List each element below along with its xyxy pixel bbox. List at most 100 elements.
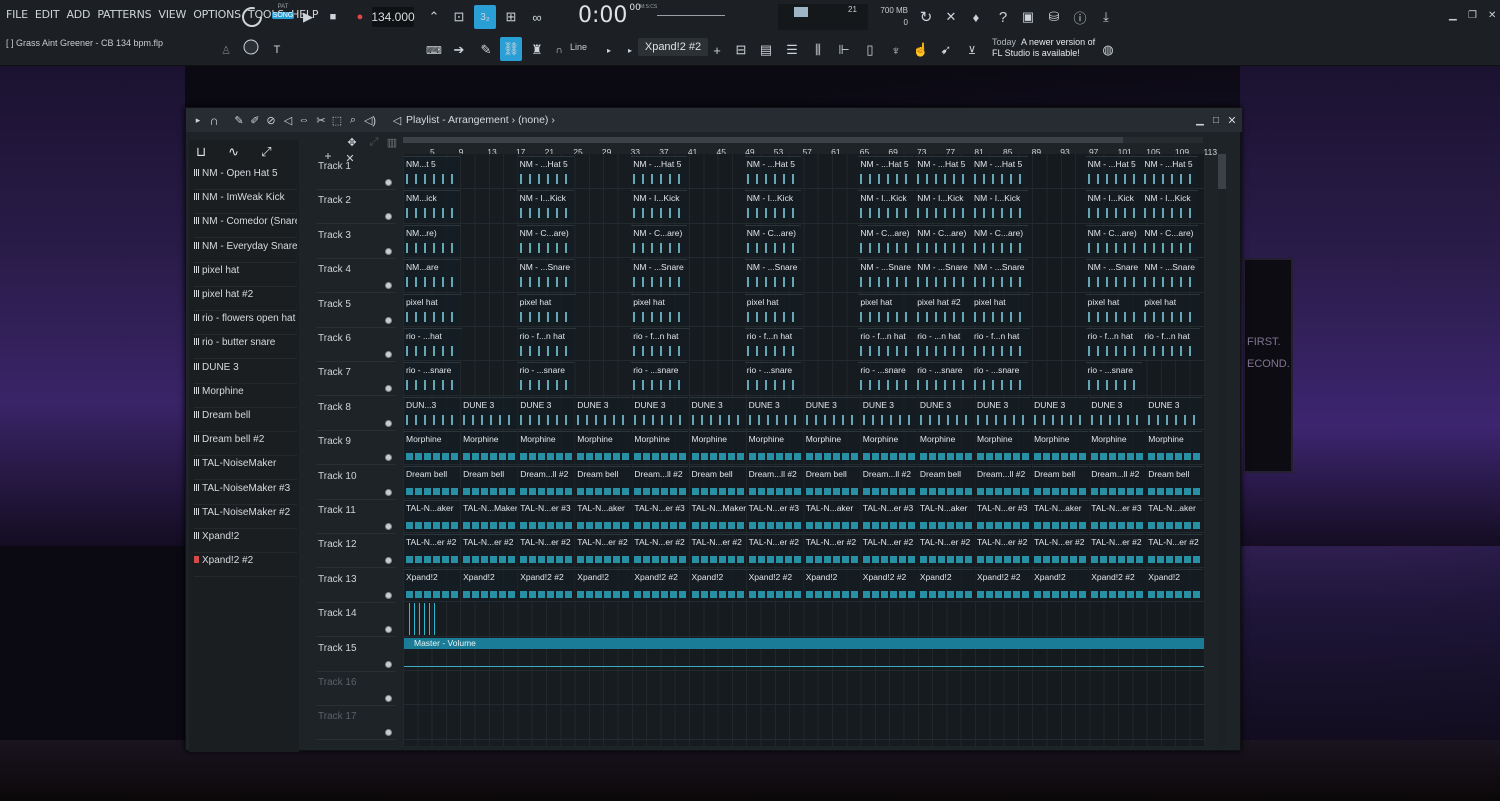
mic-icon[interactable]: ♦	[966, 7, 986, 27]
pattern-clip[interactable]: Morphine	[632, 431, 689, 464]
instrument-item[interactable]: pixel hat #2	[194, 289, 297, 311]
pattern-clip[interactable]: pixel hat	[1085, 293, 1144, 326]
delete-icon[interactable]: ⊘	[264, 110, 278, 130]
pattern-clip[interactable]: TAL-N...aker	[404, 500, 460, 532]
snap-magnet-icon[interactable]: ∩	[206, 110, 222, 130]
instrument-item[interactable]: NM - ImWeak Kick	[194, 192, 297, 215]
pattern-clip[interactable]: pixel hat	[858, 293, 917, 326]
play-icon[interactable]: ▶	[300, 7, 316, 27]
instrument-item[interactable]: Dream bell	[194, 410, 297, 432]
save-icon[interactable]: ▣	[1018, 7, 1038, 27]
pattern-clip[interactable]: NM - ...Hat 5	[744, 156, 801, 188]
pattern-clip[interactable]: rio - ...n hat	[915, 328, 974, 360]
pattern-clip[interactable]: NM - I...Kick	[744, 190, 801, 223]
pattern-clip[interactable]: Morphine	[689, 431, 746, 464]
audio-source-icon[interactable]: ∿	[228, 144, 239, 160]
pattern-clip[interactable]: pixel hat	[1142, 293, 1201, 326]
pattern-clip[interactable]: NM - C...are)	[1085, 224, 1142, 257]
pattern-clip[interactable]: Xpand!2	[575, 568, 632, 601]
pattern-clip[interactable]: rio - f...n hat	[631, 328, 690, 360]
pattern-clip[interactable]: pixel hat	[631, 293, 690, 326]
close-icon[interactable]: ✕	[1488, 10, 1496, 21]
pattern-clip[interactable]: Morphine	[575, 431, 632, 464]
piano-roll-icon[interactable]: ▤	[757, 40, 775, 60]
pattern-clip[interactable]: pixel hat	[404, 293, 462, 326]
pattern-clip[interactable]: Dream bell	[1032, 465, 1089, 498]
pattern-clip[interactable]: NM - ...Snare	[631, 259, 688, 292]
pattern-clip[interactable]: rio - f...n hat	[972, 328, 1030, 360]
select-icon[interactable]: ⬚	[330, 110, 344, 130]
track-header[interactable]: Track 6	[316, 328, 396, 362]
playback-icon[interactable]: ◁)	[363, 110, 377, 130]
track-mute-button[interactable]	[385, 454, 392, 462]
pattern-clip[interactable]: Xpand!2	[404, 568, 460, 601]
pattern-clip[interactable]: Xpand!2 #2	[975, 568, 1031, 601]
pattern-clip[interactable]: Morphine	[1089, 431, 1146, 464]
pattern-clip[interactable]: Dream...ll #2	[1089, 465, 1146, 498]
track-header[interactable]: Track 13	[316, 569, 396, 603]
track-mute-button[interactable]	[385, 626, 392, 634]
pattern-clip[interactable]: Dream bell	[917, 465, 974, 498]
track-header[interactable]: Track 7	[316, 362, 396, 397]
pattern-clip[interactable]: NM - ...Hat 5	[915, 156, 972, 188]
pattern-clip[interactable]: rio - f...n hat	[1142, 328, 1201, 360]
instrument-item[interactable]: Morphine	[194, 386, 297, 408]
pattern-clip[interactable]: rio - f...n hat	[517, 328, 576, 360]
info-icon[interactable]: ⓘ	[1070, 7, 1090, 27]
pattern-clip[interactable]: NM - ...Snare	[1142, 259, 1199, 292]
pattern-clip[interactable]: Morphine	[1146, 431, 1203, 464]
track-mute-button[interactable]	[385, 179, 392, 186]
vscroll-thumb[interactable]	[1218, 154, 1226, 189]
pattern-clip[interactable]: DUNE 3	[1089, 396, 1146, 429]
pattern-clip[interactable]: rio - ...snare	[1085, 362, 1142, 395]
pattern-clip[interactable]: NM - C...are)	[858, 224, 915, 257]
pattern-clip[interactable]: DUN...3	[404, 396, 460, 429]
pattern-clip[interactable]: NM - ...Snare	[517, 259, 574, 292]
pattern-clip[interactable]: NM - ...Hat 5	[858, 156, 915, 188]
pattern-clip[interactable]: NM - ...Snare	[972, 259, 1028, 292]
pattern-clip[interactable]: Morphine	[917, 431, 974, 464]
menu-add[interactable]: ADD	[66, 8, 90, 21]
magnet-icon[interactable]: ∩	[552, 40, 566, 60]
instrument-item[interactable]: Dream bell #2	[194, 434, 297, 457]
download-icon[interactable]: ⤓	[1096, 7, 1116, 27]
pattern-clip[interactable]: TAL-N...aker	[803, 500, 860, 532]
pattern-clip[interactable]: Morphine	[518, 431, 575, 464]
track-mute-button[interactable]	[385, 591, 392, 599]
pattern-clip[interactable]: Xpand!2 #2	[860, 568, 917, 601]
options-arrow-icon[interactable]: ▸	[192, 110, 204, 130]
pattern-clip[interactable]: TAL-N...er #2	[975, 534, 1031, 567]
horizontal-scrollbar[interactable]	[403, 137, 1203, 143]
pattern-clip[interactable]: Morphine	[860, 431, 917, 464]
pattern-clip[interactable]: rio - ...snare	[915, 362, 972, 395]
pattern-clip[interactable]: TAL-N...er #2	[1089, 534, 1146, 567]
pattern-clip[interactable]: Dream bell	[404, 465, 460, 498]
pattern-clip[interactable]: Morphine	[746, 431, 803, 464]
pattern-clip[interactable]: NM - ...Hat 5	[1085, 156, 1142, 188]
pattern-clip[interactable]: Xpand!2	[689, 568, 746, 601]
pattern-clip[interactable]: Morphine	[1032, 431, 1089, 464]
instrument-item[interactable]: Xpand!2	[194, 531, 297, 553]
pattern-clip[interactable]: pixel hat #2	[915, 293, 974, 326]
pattern-clip[interactable]: Dream...ll #2	[518, 465, 575, 498]
pattern-clip[interactable]: TAL-N...er #3	[746, 500, 803, 532]
pattern-clip[interactable]: rio - ...snare	[631, 362, 688, 395]
pattern-clip[interactable]: DUNE 3	[632, 396, 689, 429]
pattern-clip[interactable]: Xpand!2	[461, 568, 518, 601]
pattern-clip[interactable]: TAL-N...er #2	[917, 534, 974, 567]
render-icon[interactable]: ⛁	[1044, 7, 1064, 27]
pattern-clip[interactable]: Morphine	[461, 431, 518, 464]
pattern-clip[interactable]: DUNE 3	[860, 396, 917, 429]
globe-icon[interactable]: ◍	[1099, 40, 1117, 60]
pattern-clip[interactable]: DUNE 3	[518, 396, 575, 429]
speaker-icon[interactable]: ◁	[390, 110, 404, 130]
menu-options[interactable]: OPTIONS	[193, 8, 241, 21]
track-mute-button[interactable]	[385, 419, 392, 427]
track-header[interactable]: Track 10	[316, 466, 396, 500]
tempo-knob-icon[interactable]	[240, 6, 264, 28]
short-clip[interactable]	[409, 603, 437, 636]
pattern-clip[interactable]: Morphine	[975, 431, 1031, 464]
pattern-clip[interactable]: TAL-N...er #2	[518, 534, 575, 567]
instrument-item[interactable]: Xpand!2 #2	[194, 555, 297, 578]
pattern-clip[interactable]: rio - f...n hat	[858, 328, 917, 360]
